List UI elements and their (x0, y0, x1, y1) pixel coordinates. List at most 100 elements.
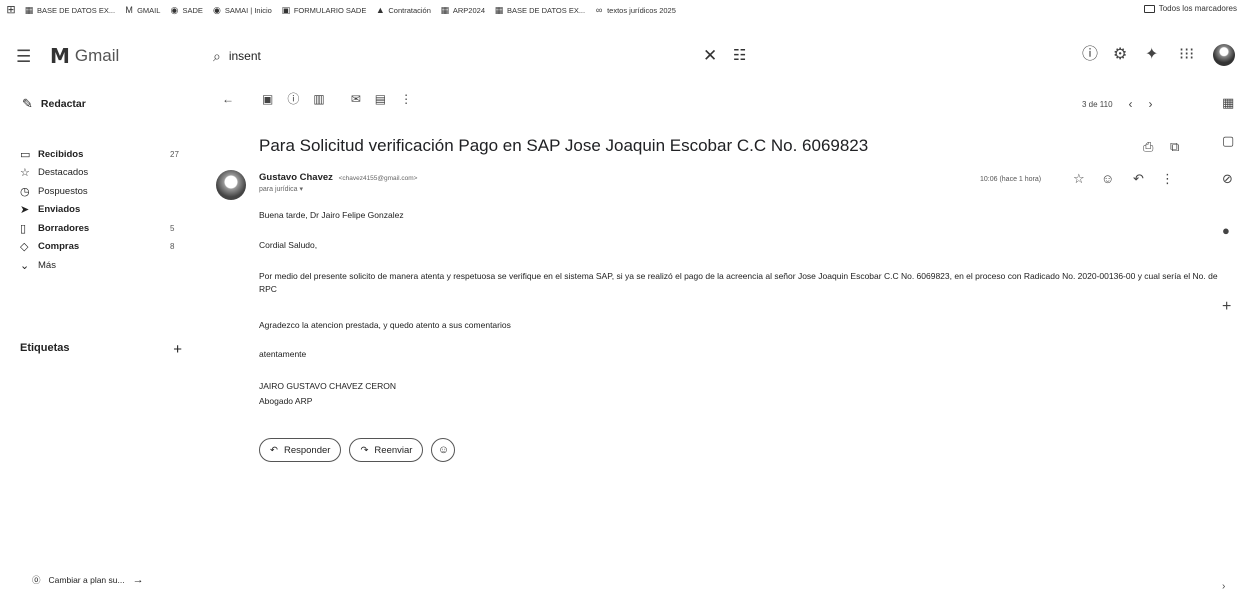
sidebar-item-sent[interactable]: ➤ Enviados (20, 201, 190, 220)
sidebar-item-label: Enviados (38, 204, 81, 216)
bookmark-item[interactable]: ▣ FORMULARIO SADE (281, 5, 367, 15)
emoji-react-icon[interactable]: ☺ (1101, 172, 1114, 185)
sidebar-item-starred[interactable]: ☆ Destacados (20, 164, 190, 183)
expand-panel-chevron-icon[interactable]: › (1222, 582, 1225, 592)
labels-title: Etiquetas (20, 342, 70, 354)
contacts-icon[interactable]: ● (1222, 224, 1230, 237)
star-icon[interactable]: ☆ (1073, 172, 1085, 185)
body-greeting: Buena tarde, Dr Jairo Felipe Gonzalez (259, 210, 404, 220)
google-apps-icon[interactable]: ⁝⁝⁝ (1179, 47, 1194, 63)
bookmark-item[interactable]: ∞ textos jurídicos 2025 (594, 5, 676, 15)
sidebar-item-snoozed[interactable]: ◷ Pospuestos (20, 182, 190, 201)
search-input[interactable]: insent (229, 49, 261, 63)
gmail-m-icon: M (50, 44, 70, 68)
apps-grid-icon[interactable]: ⊞ (6, 4, 16, 15)
sidebar-nav: ▭ Recibidos 27 ☆ Destacados ◷ Pospuestos… (20, 145, 190, 275)
chevron-down-icon: ⌄ (20, 259, 30, 272)
sidebar-item-label: Más (38, 259, 56, 271)
signature-name: JAIRO GUSTAVO CHAVEZ CERON (259, 381, 396, 391)
bookmark-item[interactable]: ◉ SADE (169, 4, 203, 15)
sidebar-item-label: Compras (38, 241, 80, 253)
pagination: 3 de 110 ‹ › (1082, 97, 1153, 111)
sidebar-item-label: Borradores (38, 222, 90, 234)
signature-title: Abogado ARP (259, 396, 313, 406)
purchases-count: 8 (170, 242, 175, 252)
sheets-icon: ▦ (494, 4, 504, 15)
message-time: 10:06 (hace 1 hora) (980, 176, 1042, 183)
more-vert-icon[interactable]: ⋮ (1161, 172, 1174, 185)
emoji-reaction-button[interactable]: ☺ (431, 438, 456, 462)
reply-button[interactable]: ↶ Responder (259, 438, 342, 462)
all-bookmarks[interactable]: Todos los marcadores (1143, 4, 1237, 13)
sidebar-item-drafts[interactable]: ▯ Borradores 5 (20, 219, 190, 238)
open-new-window-icon[interactable]: ⧉ (1170, 139, 1179, 155)
forward-button[interactable]: ↷ Reenviar (349, 438, 424, 462)
settings-gear-icon[interactable]: ⚙ (1113, 47, 1127, 63)
tag-icon: ◇ (20, 241, 29, 254)
draft-icon: ▯ (20, 222, 27, 235)
gmail-logo[interactable]: M Gmail (50, 44, 119, 68)
pager-text: 3 de 110 (1082, 99, 1113, 109)
recipient-details[interactable]: para jurídica ▾ (259, 185, 303, 193)
clock-icon: ◷ (20, 185, 30, 198)
sidebar-item-purchases[interactable]: ◇ Compras 8 (20, 238, 190, 257)
account-avatar[interactable] (1213, 44, 1235, 66)
bookmark-label: SAMAI | Inicio (224, 5, 272, 15)
form-icon: ▣ (281, 4, 291, 15)
back-arrow-icon[interactable]: ← (222, 93, 234, 105)
upgrade-label: Cambiar a plan su... (48, 575, 125, 585)
print-icon[interactable]: ⎙ (1143, 139, 1153, 155)
body-paragraph: Por medio del presente solicito de maner… (259, 271, 1218, 294)
search-bar[interactable]: ⌕ insent ✕ ☷ (213, 42, 753, 70)
reply-icon[interactable]: ↶ (1133, 172, 1144, 185)
tasks-icon[interactable]: ⊘ (1222, 172, 1233, 185)
search-options-icon[interactable]: ☷ (733, 46, 746, 64)
bookmark-item[interactable]: ▲ Contratación (375, 5, 431, 15)
all-bookmarks-label: Todos los marcadores (1158, 4, 1237, 13)
bookmark-label: Contratación (388, 5, 431, 15)
add-label-icon[interactable]: + (173, 342, 182, 357)
add-addon-icon[interactable]: + (1222, 299, 1231, 315)
move-to-icon[interactable]: ▤ (375, 93, 386, 105)
sender-avatar[interactable] (216, 170, 246, 200)
body-closing: atentamente (259, 349, 307, 359)
keep-icon[interactable]: ▢ (1222, 134, 1234, 147)
compose-button[interactable]: ✎ Redactar (22, 96, 86, 112)
gemini-sparkle-icon[interactable]: ✦ (1145, 47, 1158, 63)
more-options-icon[interactable]: ⋮ (400, 93, 412, 105)
mark-unread-icon[interactable]: ✉ (351, 93, 361, 105)
send-icon: ➤ (20, 204, 30, 217)
bookmark-item[interactable]: M GMAIL (124, 5, 160, 15)
sender-email: <chavez4155@gmail.com> (338, 175, 418, 182)
sidebar-item-label: Pospuestos (38, 185, 88, 197)
upgrade-plan-link[interactable]: ⓪ Cambiar a plan su... → (32, 574, 144, 586)
drafts-count: 5 (170, 223, 175, 233)
star-icon: ☆ (20, 167, 30, 180)
message-toolbar: ← ▣ ⓘ ▥ ✉ ▤ ⋮ (222, 93, 412, 105)
forward-label: Reenviar (374, 444, 413, 456)
bookmark-label: BASE DE DATOS EX... (37, 5, 116, 15)
sidebar-item-inbox[interactable]: ▭ Recibidos 27 (20, 145, 190, 164)
delete-icon[interactable]: ▥ (313, 93, 324, 105)
search-icon[interactable]: ⌕ (213, 48, 221, 65)
globe-icon: ◉ (170, 4, 179, 15)
bookmark-item[interactable]: ▦ BASE DE DATOS EX... (24, 5, 115, 15)
older-chevron-icon[interactable]: › (1149, 97, 1153, 111)
report-spam-icon[interactable]: ⓘ (287, 93, 299, 105)
reply-label: Responder (283, 444, 331, 456)
reply-icon: ↶ (270, 444, 278, 456)
help-icon[interactable]: ⓘ (1082, 47, 1098, 63)
sheets-icon: ▦ (24, 4, 34, 15)
bookmark-item[interactable]: ▦ BASE DE DATOS EX... (494, 5, 585, 15)
main-menu-icon[interactable]: ☰ (16, 48, 31, 65)
sender-name[interactable]: Gustavo Chavez (259, 172, 333, 183)
pencil-icon: ✎ (22, 96, 33, 111)
bookmark-item[interactable]: ◉ SAMAI | Inicio (212, 5, 272, 15)
clear-search-icon[interactable]: ✕ (703, 46, 717, 66)
archive-icon[interactable]: ▣ (262, 93, 273, 105)
bookmark-item[interactable]: ▦ ARP2024 (440, 5, 485, 15)
newer-chevron-icon[interactable]: ‹ (1129, 97, 1133, 111)
inbox-icon: ▭ (20, 148, 31, 161)
sidebar-item-more[interactable]: ⌄ Más (20, 256, 190, 275)
calendar-icon[interactable]: ▦ (1222, 96, 1234, 109)
